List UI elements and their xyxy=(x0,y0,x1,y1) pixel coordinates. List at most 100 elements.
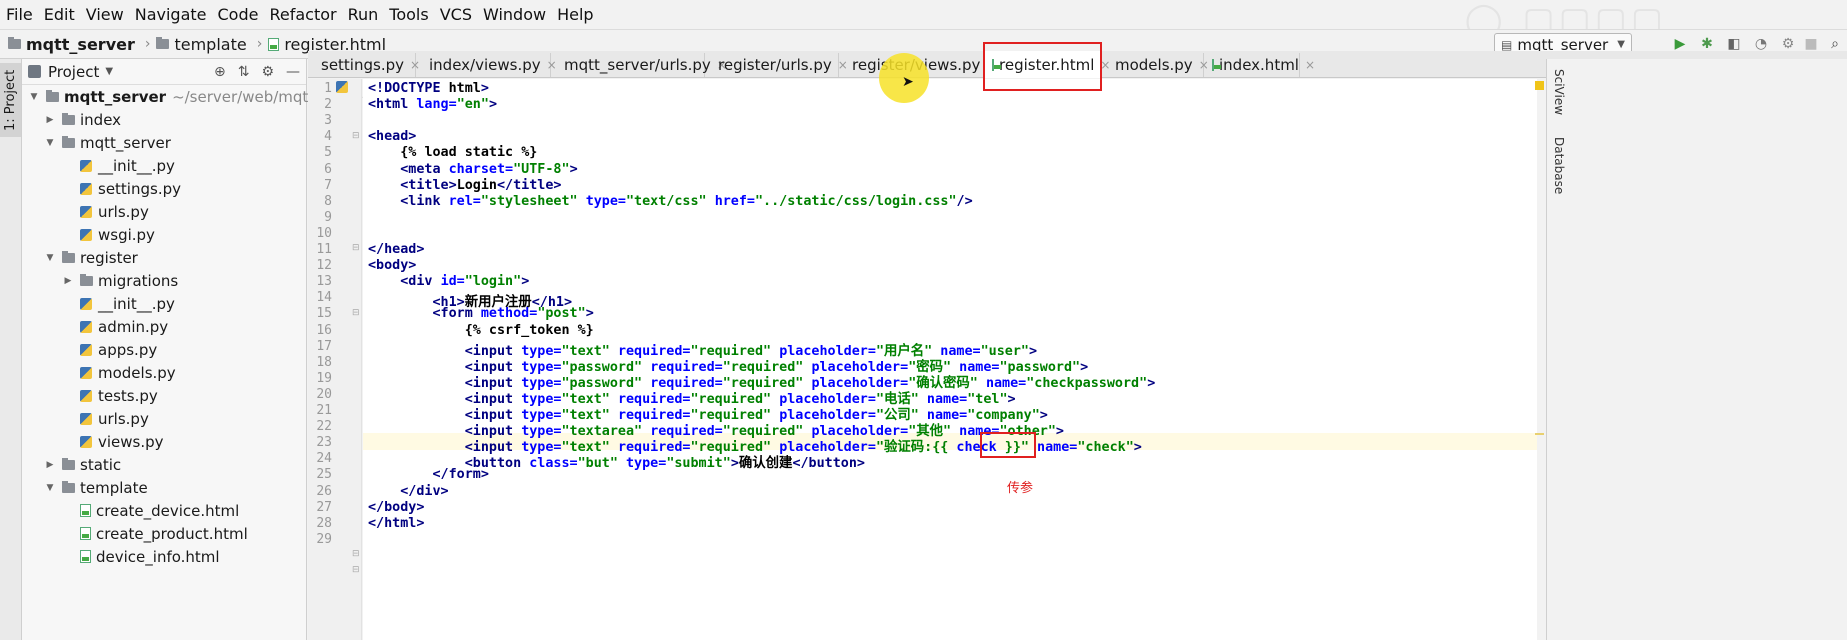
collapse-icon[interactable]: ⇅ xyxy=(238,64,250,80)
tree-item-migrations[interactable]: ▶ migrations xyxy=(62,269,179,292)
tree-item-device-info-html[interactable]: device_info.html xyxy=(62,545,220,568)
tree-item-urls-py[interactable]: urls.py xyxy=(62,200,149,223)
code-line[interactable]: </head> xyxy=(368,242,424,257)
run-icon[interactable]: ▶ xyxy=(1672,36,1688,52)
fold-marker-icon[interactable]: ⊟ xyxy=(352,243,360,253)
breadcrumb-folder[interactable]: template xyxy=(156,35,247,54)
chevron-right-icon[interactable]: ▶ xyxy=(44,115,56,125)
menu-run[interactable]: Run xyxy=(346,5,388,24)
code-line[interactable]: {% load static %} xyxy=(368,145,537,160)
line-number: 25 xyxy=(316,467,332,483)
stop-icon[interactable]: ■ xyxy=(1803,36,1819,52)
chevron-down-icon[interactable]: ▼ xyxy=(44,253,56,263)
code-editor[interactable]: <!DOCTYPE html> <html lang="en"> <head> {%… xyxy=(363,79,1847,640)
breadcrumb-project[interactable]: mqtt_server xyxy=(8,35,135,54)
tab-settings-py[interactable]: settings.py × xyxy=(308,53,420,77)
tree-item-tests-py[interactable]: tests.py xyxy=(62,384,158,407)
fold-marker-icon[interactable]: ⊟ xyxy=(352,549,360,559)
chevron-down-icon[interactable]: ▼ xyxy=(44,483,56,493)
code-line[interactable]: <div id="login"> xyxy=(368,274,529,289)
menu-file[interactable]: File xyxy=(4,5,42,24)
code-line[interactable]: <body> xyxy=(368,258,416,273)
tree-item-create-device-html[interactable]: create_device.html xyxy=(62,499,239,522)
menu-refactor[interactable]: Refactor xyxy=(267,5,345,24)
sciview-tool-tab[interactable]: SciView xyxy=(1552,69,1566,115)
python-gutter-icon[interactable] xyxy=(336,81,348,93)
code-line[interactable]: <link rel="stylesheet" type="text/css" h… xyxy=(368,193,972,209)
tab-mqtt-server-urls-py[interactable]: mqtt_server/urls.py × xyxy=(551,53,727,77)
code-line[interactable]: </body> xyxy=(368,500,424,515)
code-line[interactable]: </div> xyxy=(368,484,448,499)
menu-code[interactable]: Code xyxy=(216,5,268,24)
concurrency-icon[interactable]: ⚙ xyxy=(1780,36,1796,52)
code-token: {% xyxy=(368,145,425,161)
tree-item-views-py[interactable]: views.py xyxy=(62,430,164,453)
tree-item--init-py[interactable]: __init__.py xyxy=(62,154,175,177)
tree-item--init-py[interactable]: __init__.py xyxy=(62,292,175,315)
chevron-down-icon[interactable]: ▼ xyxy=(28,92,40,102)
debug-icon[interactable]: ✱ xyxy=(1699,36,1715,52)
code-token: {% csrf_token %} xyxy=(368,322,594,338)
close-icon[interactable]: × xyxy=(1305,58,1315,72)
folder-icon xyxy=(80,273,93,286)
tree-item-static[interactable]: ▶ static xyxy=(44,453,122,476)
python-file-icon xyxy=(80,182,92,195)
tree-item-admin-py[interactable]: admin.py xyxy=(62,315,168,338)
menu-window[interactable]: Window xyxy=(481,5,555,24)
fold-marker-icon[interactable]: ⊟ xyxy=(352,308,360,318)
tree-item-models-py[interactable]: models.py xyxy=(62,361,176,384)
locate-icon[interactable]: ⊕ xyxy=(214,64,226,80)
code-token: > xyxy=(480,81,489,96)
tree-item-wsgi-py[interactable]: wsgi.py xyxy=(62,223,155,246)
profile-icon[interactable]: ◔ xyxy=(1753,36,1769,52)
line-number: 26 xyxy=(316,483,332,499)
menu-help[interactable]: Help xyxy=(555,5,602,24)
fold-marker-icon[interactable]: ⊟ xyxy=(352,131,360,141)
code-line[interactable]: <title>Login</title> xyxy=(368,178,561,193)
code-line[interactable]: <form method="post"> xyxy=(368,306,593,321)
tree-item-index[interactable]: ▶ index xyxy=(44,108,122,131)
project-tool-tab[interactable]: 1: Project xyxy=(0,63,21,137)
code-line[interactable]: </html> xyxy=(368,516,424,531)
code-line[interactable]: </form> xyxy=(368,467,488,482)
project-panel-title[interactable]: Project xyxy=(48,63,99,81)
code-token: "checkpassword" xyxy=(1026,375,1148,391)
hide-icon[interactable]: — xyxy=(286,64,300,80)
chevron-down-icon[interactable]: ▼ xyxy=(105,66,113,77)
coverage-icon[interactable]: ◧ xyxy=(1726,36,1742,52)
menu-view[interactable]: View xyxy=(84,5,133,24)
tab-index-html[interactable]: index.html × xyxy=(1204,53,1315,77)
tree-item-template[interactable]: ▼ template xyxy=(44,476,148,499)
code-token: %} xyxy=(521,145,538,161)
tree-item-label: views.py xyxy=(98,432,164,451)
menu-vcs[interactable]: VCS xyxy=(438,5,481,24)
chevron-right-icon[interactable]: ▶ xyxy=(44,460,56,470)
tab-register-urls-py[interactable]: register/urls.py × xyxy=(705,53,848,77)
chevron-down-icon[interactable]: ▼ xyxy=(44,138,56,148)
tab-label: register/urls.py xyxy=(718,56,832,74)
tab-index-views-py[interactable]: index/views.py × xyxy=(416,53,557,77)
code-token: type= xyxy=(626,456,667,472)
tree-item-create-product-html[interactable]: create_product.html xyxy=(62,522,248,545)
tree-item-register[interactable]: ▼ register xyxy=(44,246,138,269)
tree-item-settings-py[interactable]: settings.py xyxy=(62,177,181,200)
code-line[interactable]: <head> xyxy=(368,129,416,144)
tab-models-py[interactable]: models.py × xyxy=(1102,53,1209,77)
menu-tools[interactable]: Tools xyxy=(387,5,437,24)
search-icon[interactable]: ⌕ xyxy=(1827,36,1843,52)
menu-navigate[interactable]: Navigate xyxy=(133,5,216,24)
gear-icon[interactable]: ⚙ xyxy=(261,64,274,80)
database-tool-tab[interactable]: Database xyxy=(1552,137,1566,194)
code-line[interactable]: <!DOCTYPE html> xyxy=(368,81,489,96)
fold-marker-icon[interactable]: ⊟ xyxy=(352,565,360,575)
code-line[interactable]: <html lang="en"> xyxy=(368,97,497,112)
code-line[interactable]: <meta charset="UTF-8"> xyxy=(368,162,577,177)
tree-item-mqtt-server[interactable]: ▼ mqtt_server xyxy=(44,131,171,154)
menu-edit[interactable]: Edit xyxy=(42,5,84,24)
tree-item-apps-py[interactable]: apps.py xyxy=(62,338,157,361)
code-line[interactable]: {% csrf_token %} xyxy=(368,323,594,338)
chevron-right-icon[interactable]: ▶ xyxy=(62,276,74,286)
tree-item-urls-py[interactable]: urls.py xyxy=(62,407,149,430)
code-token: "stylesheet" xyxy=(480,193,586,209)
tab-label: models.py xyxy=(1115,56,1193,74)
